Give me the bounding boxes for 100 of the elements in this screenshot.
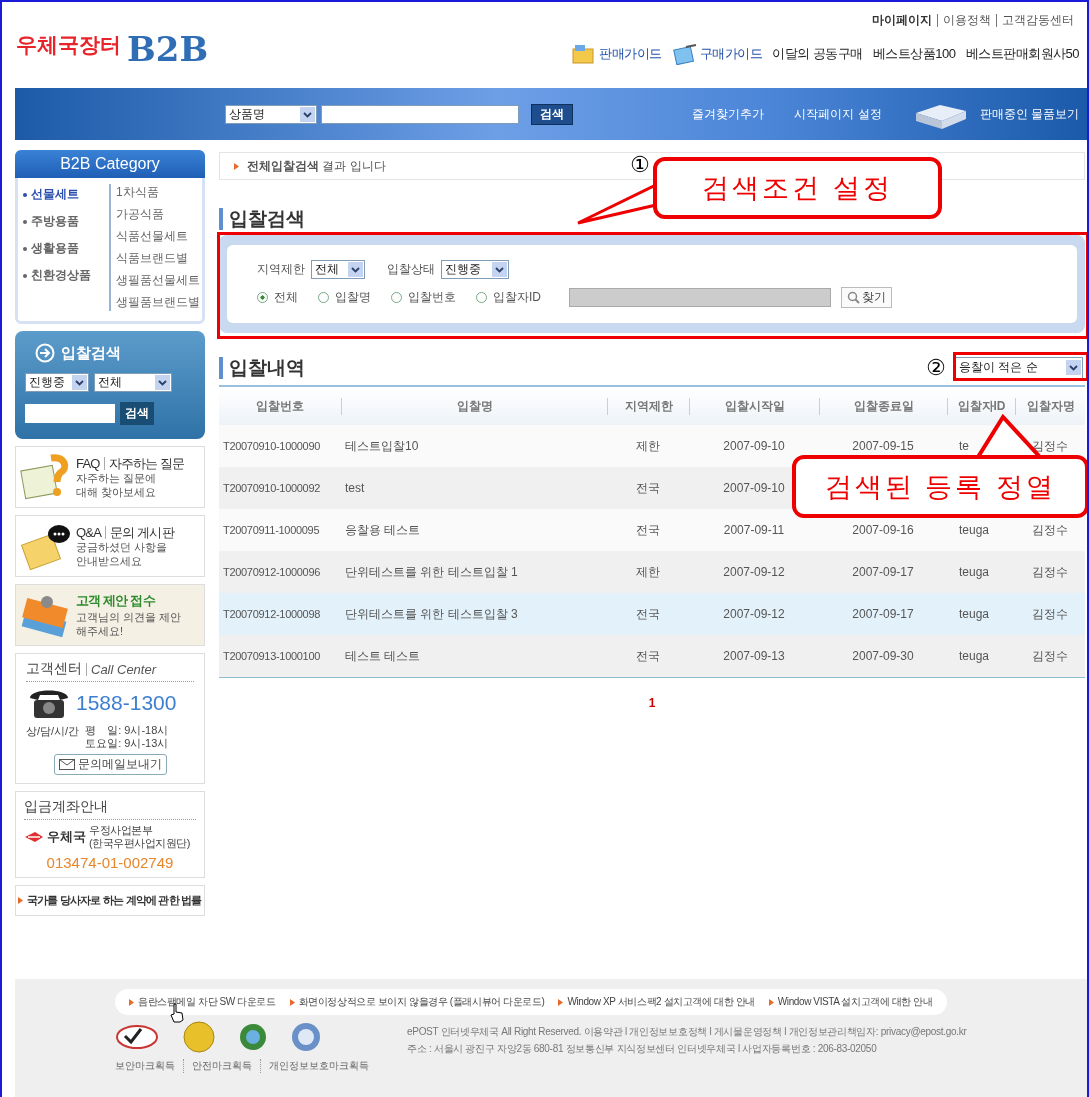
table-cell-text: 단위테스트를 위한 테스트입찰 1 xyxy=(344,563,519,581)
column-header: 입찰번호 xyxy=(255,397,305,415)
dropdown-caret-icon xyxy=(1066,360,1081,375)
logo-text[interactable]: 우체국장터 xyxy=(16,31,121,59)
panel-title: 고객센터 xyxy=(26,660,82,678)
account-holder: (한국우편사업지원단) xyxy=(89,837,190,850)
promo-banner[interactable]: 고객 제안 접수 고객님의 의견을 제안 해주세요! xyxy=(15,584,205,646)
table-cell-text: 테스트입찰10 xyxy=(344,437,420,455)
column-header: 입찰자명 xyxy=(1015,397,1085,415)
table-cell-text: T20070912-1000098 xyxy=(222,608,322,620)
search-button[interactable]: 검색 xyxy=(531,103,573,125)
bullet-icon xyxy=(558,998,564,1006)
category-item[interactable]: 주방용품 xyxy=(23,213,109,230)
table-cell-text: 2007-09-13 xyxy=(722,649,786,663)
promo-banner[interactable]: FAQ 자주하는 질문 자주하는 질문에 대해 찾아보세요 xyxy=(15,446,205,508)
bullet-icon xyxy=(234,162,239,170)
search-field[interactable] xyxy=(321,104,519,124)
copyright-text: ePOST 인터넷우체국 All Right Reserved. 이용약관 l 개인정보보호정책 l 게시물운영정책 l 개인정보관리책임자: privacy@epost.go.kr xyxy=(407,1025,967,1039)
table-row[interactable]: T20070912-1000096 단위테스트를 위한 테스트입찰 1 제한 2007-09-12 2007-09-17 teuga 김정수 xyxy=(219,551,1085,593)
table-row[interactable]: T20070911-1000095 응찰용 테스트 전국 2007-09-11 2007-09-16 teuga 김정수 xyxy=(219,509,1085,551)
table-cell-text: 전국 xyxy=(635,605,661,623)
top-link[interactable]: 이용정책 xyxy=(937,14,996,27)
radio-button[interactable] xyxy=(257,292,268,303)
notepad-icon xyxy=(671,43,698,65)
category-item[interactable]: 친환경상품 xyxy=(23,267,109,284)
field-label: 지역제한 xyxy=(257,261,305,278)
post-logo-icon xyxy=(24,830,44,844)
search-field[interactable] xyxy=(25,404,115,423)
logo-badge[interactable]: B2B xyxy=(127,29,209,69)
table-cell-text: 2007-09-30 xyxy=(851,649,915,663)
table-cell-text: T20070910-1000092 xyxy=(222,482,322,494)
table-cell-text: T20070911-1000095 xyxy=(222,524,321,536)
section-title: 입찰내역 xyxy=(219,356,305,379)
promo-text: 자주하는 질문에 xyxy=(76,471,158,485)
table-cell-text: T20070910-1000090 xyxy=(222,440,322,452)
header-nav-link[interactable]: 베스트상품100 xyxy=(872,45,956,63)
top-link[interactable]: 고객감동센터 xyxy=(996,14,1079,27)
promo-title: Q&A xyxy=(76,524,102,540)
bank-name: 우체국 xyxy=(47,828,86,846)
header-nav-link[interactable]: 베스트판매회원사50 xyxy=(965,45,1079,63)
promo-subtitle: 자주하는 질문 xyxy=(103,456,185,470)
table-cell-text: 응찰용 테스트 xyxy=(344,521,422,539)
sort-select[interactable]: 응찰이 적은 순 xyxy=(955,356,1083,379)
panel-subtitle: Call Center xyxy=(86,662,157,676)
footer-link[interactable]: Window VISTA 설치고객에 대한 안내 xyxy=(768,995,933,1009)
table-row[interactable]: T20070912-1000098 단위테스트를 위한 테스트입찰 3 전국 2007-09-12 2007-09-17 teuga 김정수 xyxy=(219,593,1085,635)
copyright-text: 주소 : 서울시 광진구 자양2동 680-81 정보통신부 지식정보센터 인터넷우체국 l 사업자등록번호 : 206-83-02050 xyxy=(407,1042,878,1056)
table-cell-text: 2007-09-17 xyxy=(851,607,915,621)
emblem-seal-icon xyxy=(291,1022,321,1052)
table-cell-text: 김정수 xyxy=(1031,647,1069,665)
radio-option[interactable]: 전체 xyxy=(257,289,298,306)
footer-link[interactable]: 화면이정상적으로 보이지 않을경우 (플래시뷰어 다운로드) xyxy=(289,995,545,1009)
table-cell-text: 2007-09-16 xyxy=(851,523,915,537)
radio-option[interactable]: 입찰명 xyxy=(318,289,371,306)
subcategory-item[interactable]: 생필품선물세트 xyxy=(116,272,200,289)
category-item[interactable]: 선물세트 xyxy=(23,186,109,203)
panel-title: 입찰검색 xyxy=(61,343,121,363)
table-cell-text: 2007-09-17 xyxy=(851,565,915,579)
keyword-field[interactable] xyxy=(569,288,831,307)
table-cell-text: 전국 xyxy=(635,479,661,497)
table-cell-text: 제한 xyxy=(635,563,661,581)
subcategory-item[interactable]: 가공식품 xyxy=(116,206,200,223)
column-header: 입찰시작일 xyxy=(689,397,819,415)
header-nav-link[interactable]: 이달의 공동구매 xyxy=(772,45,863,63)
radio-option[interactable]: 입찰자ID xyxy=(476,289,541,306)
top-link[interactable]: 마이페이지 xyxy=(867,14,937,27)
promo-text: 해주세요! xyxy=(76,624,125,638)
email-button[interactable]: 문의메일보내기 xyxy=(53,754,167,775)
column-header: 입찰자ID xyxy=(947,397,1015,415)
category-select[interactable]: 상품명 xyxy=(225,104,317,124)
promo-text: 고객님의 의견을 제안 xyxy=(76,610,182,624)
region-select[interactable]: 전체 xyxy=(94,373,172,392)
find-button[interactable]: 찾기 xyxy=(841,287,892,308)
status-select[interactable]: 진행중 xyxy=(441,260,509,279)
guide-link[interactable]: 판매가이드 xyxy=(599,45,662,63)
guide-link[interactable]: 구매가이드 xyxy=(699,45,763,63)
dropdown-caret-icon xyxy=(300,106,315,122)
subcategory-item[interactable]: 식품브랜드별 xyxy=(116,250,200,267)
table-cell-text: 제한 xyxy=(635,437,661,455)
panel-title: 입금계좌안내 xyxy=(24,798,108,816)
nav-link[interactable]: 시작페이지 설정 xyxy=(794,105,882,123)
phone-number: 1588-1300 xyxy=(76,691,177,715)
account-number: 013474-01-002749 xyxy=(45,854,175,871)
footer-link[interactable]: 음란스팸메일 차단 SW 다운로드 xyxy=(129,995,276,1009)
subcategory-item[interactable]: 생필품브랜드별 xyxy=(116,294,200,311)
nav-link[interactable]: 판매중인 물품보기 xyxy=(979,105,1079,123)
footer-link[interactable]: Window XP 서비스팩2 설치고객에 대한 안내 xyxy=(558,995,755,1009)
table-row[interactable]: T20070913-1000100 테스트 테스트 전국 2007-09-13 2007-09-30 teuga 김정수 xyxy=(219,635,1085,677)
subcategory-item[interactable]: 식품선물세트 xyxy=(116,228,200,245)
status-select[interactable]: 진행중 xyxy=(25,373,89,392)
promo-banner[interactable]: Q&A 문의 게시판 궁금하셨던 사항을 안내받으세요 xyxy=(15,515,205,577)
law-link[interactable]: 국가를 당사자로 하는 계약에 관한 법률 xyxy=(15,885,205,916)
region-select[interactable]: 전체 xyxy=(311,260,365,279)
category-title: B2B Category xyxy=(15,150,205,178)
page-link[interactable]: 1 xyxy=(648,696,656,710)
radio-option[interactable]: 입찰번호 xyxy=(391,289,456,306)
category-item[interactable]: 생활용품 xyxy=(23,240,109,257)
search-button[interactable]: 검색 xyxy=(120,402,154,425)
nav-link[interactable]: 즐겨찾기추가 xyxy=(692,105,765,123)
subcategory-item[interactable]: 1차식품 xyxy=(116,184,200,201)
